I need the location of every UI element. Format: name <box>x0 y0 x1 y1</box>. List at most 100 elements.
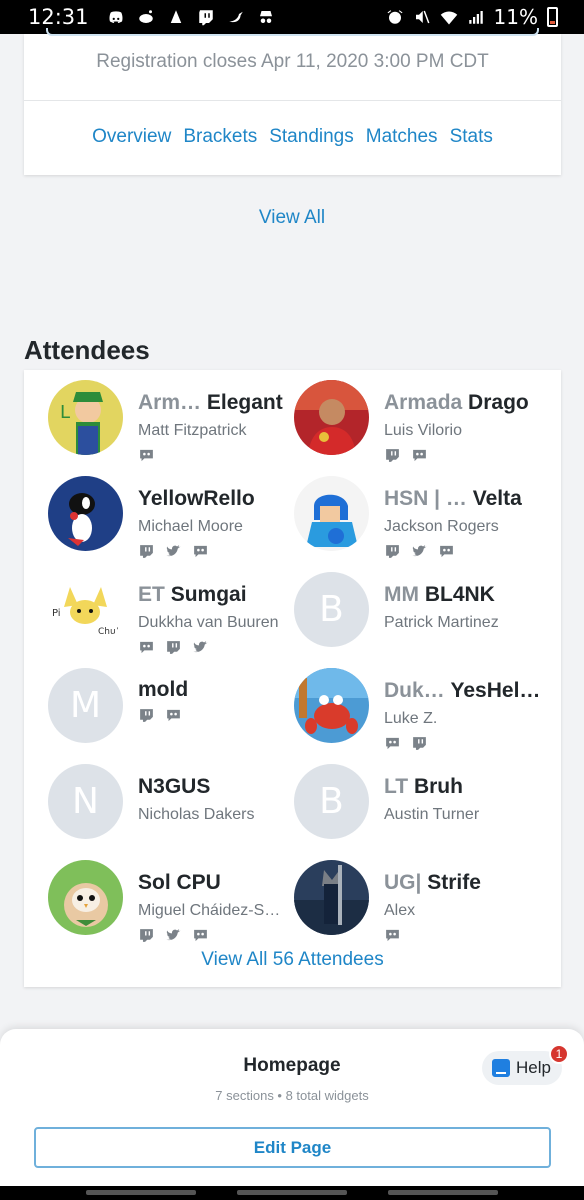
avatar[interactable] <box>294 476 369 551</box>
attendee-item[interactable]: UG| Strife Alex <box>294 860 544 943</box>
twitch-icon[interactable] <box>384 544 401 559</box>
attendees-card: L Arm… Elegant Matt Fitzpatrick Armada Drag… <box>24 370 561 987</box>
attendee-gamertag[interactable]: HSN | … Velta <box>384 487 544 511</box>
avatar[interactable] <box>294 860 369 935</box>
twitter-icon[interactable] <box>192 640 209 655</box>
twitter-icon[interactable] <box>165 928 182 943</box>
attendee-item[interactable]: Pi Chu! ET Sumgai Dukkha van Buuren <box>48 572 298 655</box>
attendee-item[interactable]: Duk… YesHel… Luke Z. <box>294 668 544 751</box>
discord-icon[interactable] <box>192 544 209 559</box>
svg-text:Chu!: Chu! <box>98 627 119 637</box>
attendee-gamertag[interactable]: ET Sumgai <box>138 583 298 607</box>
twitch-notification-icon <box>197 8 215 26</box>
attendee-item[interactable]: Sol CPU Miguel Cháidez-S… <box>48 860 298 943</box>
attendee-item[interactable]: Armada Drago Luis Vilorio <box>294 380 544 463</box>
tab-standings[interactable]: Standings <box>269 126 354 148</box>
attendee-gamertag[interactable]: Duk… YesHel… <box>384 679 544 703</box>
twitch-icon[interactable] <box>165 640 182 655</box>
attendee-item[interactable]: B MM BL4NK Patrick Martinez <box>294 572 544 652</box>
view-all-link[interactable]: View All <box>0 207 584 229</box>
reddit-notification-icon <box>137 8 155 26</box>
gamer-tag: YellowRello <box>138 487 255 510</box>
social-links <box>384 928 401 943</box>
page-editor-sheet: Homepage 7 sections • 8 total widgets He… <box>0 1029 584 1186</box>
avatar[interactable]: B <box>294 572 369 647</box>
attendee-real-name: Dukkha van Buuren <box>138 614 279 631</box>
attendee-real-name: Matt Fitzpatrick <box>138 422 247 439</box>
twitter-icon[interactable] <box>411 544 428 559</box>
help-label: Help <box>516 1058 551 1077</box>
view-all-attendees-link[interactable]: View All 56 Attendees <box>24 949 561 971</box>
avatar[interactable]: M <box>48 668 123 743</box>
gamer-tag: N3GUS <box>138 775 211 798</box>
svg-text:Pi: Pi <box>52 608 61 619</box>
attendee-item[interactable]: YellowRello Michael Moore <box>48 476 298 559</box>
twitch-icon[interactable] <box>138 928 155 943</box>
attendees-heading: Attendees <box>24 335 150 365</box>
twitch-icon[interactable] <box>411 736 428 751</box>
avatar[interactable]: L <box>48 380 123 455</box>
discord-icon[interactable] <box>411 448 428 463</box>
nav-recents-button[interactable] <box>86 1190 196 1195</box>
tab-overview[interactable]: Overview <box>92 126 171 148</box>
battery-percentage: 11% <box>493 5 538 29</box>
attendee-item[interactable]: HSN | … Velta Jackson Rogers <box>294 476 544 559</box>
amazon-notification-icon <box>167 8 185 26</box>
discord-icon[interactable] <box>138 448 155 463</box>
attendee-item[interactable]: L Arm… Elegant Matt Fitzpatrick <box>48 380 298 463</box>
discord-icon[interactable] <box>384 736 401 751</box>
nav-back-button[interactable] <box>388 1190 498 1195</box>
social-links <box>138 640 209 655</box>
attendee-item[interactable]: Mmold <box>48 668 298 748</box>
tab-matches[interactable]: Matches <box>366 126 438 148</box>
attendee-gamertag[interactable]: YellowRello <box>138 487 298 511</box>
attendee-item[interactable]: N N3GUS Nicholas Dakers <box>48 764 298 844</box>
attendee-gamertag[interactable]: Sol CPU <box>138 871 298 895</box>
avatar[interactable]: B <box>294 764 369 839</box>
signal-icon <box>467 8 485 26</box>
chat-icon <box>492 1059 510 1077</box>
attendee-real-name: Patrick Martinez <box>384 614 499 631</box>
attendee-gamertag[interactable]: MM BL4NK <box>384 583 544 607</box>
social-links <box>138 448 155 463</box>
tab-stats[interactable]: Stats <box>450 126 493 148</box>
discord-icon[interactable] <box>165 708 182 723</box>
attendee-real-name: Miguel Cháidez-S… <box>138 902 281 919</box>
attendee-gamertag[interactable]: Arm… Elegant <box>138 391 298 415</box>
avatar[interactable] <box>48 860 123 935</box>
attendee-real-name: Luke Z. <box>384 710 438 727</box>
twitch-icon[interactable] <box>138 544 155 559</box>
edit-page-button[interactable]: Edit Page <box>34 1127 551 1168</box>
avatar[interactable]: N <box>48 764 123 839</box>
twitter-icon[interactable] <box>165 544 182 559</box>
discord-icon[interactable] <box>384 928 401 943</box>
attendee-real-name: Austin Turner <box>384 806 480 823</box>
wifi-icon <box>440 8 458 26</box>
registration-button-edge[interactable] <box>46 28 539 36</box>
twitch-icon[interactable] <box>384 448 401 463</box>
attendee-gamertag[interactable]: N3GUS <box>138 775 298 799</box>
sponsor-prefix: MM <box>384 583 419 606</box>
attendee-gamertag[interactable]: Armada Drago <box>384 391 544 415</box>
nav-home-button[interactable] <box>237 1190 347 1195</box>
twitch-icon[interactable] <box>138 708 155 723</box>
sponsor-prefix: Arm… <box>138 391 202 414</box>
avatar[interactable] <box>294 668 369 743</box>
discord-icon[interactable] <box>138 640 155 655</box>
social-links <box>138 544 209 559</box>
discord-icon[interactable] <box>438 544 455 559</box>
sponsor-prefix: Duk… <box>384 679 445 702</box>
card-divider <box>24 100 561 101</box>
attendee-gamertag[interactable]: LT Bruh <box>384 775 544 799</box>
sponsor-prefix: ET <box>138 583 165 606</box>
attendee-item[interactable]: B LT Bruh Austin Turner <box>294 764 544 844</box>
attendee-gamertag[interactable]: UG| Strife <box>384 871 544 895</box>
avatar[interactable] <box>294 380 369 455</box>
social-links <box>384 448 428 463</box>
tab-brackets[interactable]: Brackets <box>183 126 257 148</box>
attendee-gamertag[interactable]: mold <box>138 678 298 702</box>
avatar[interactable] <box>48 476 123 551</box>
avatar[interactable]: Pi Chu! <box>48 572 123 647</box>
discord-icon[interactable] <box>192 928 209 943</box>
gamer-tag: Elegant <box>206 391 283 414</box>
